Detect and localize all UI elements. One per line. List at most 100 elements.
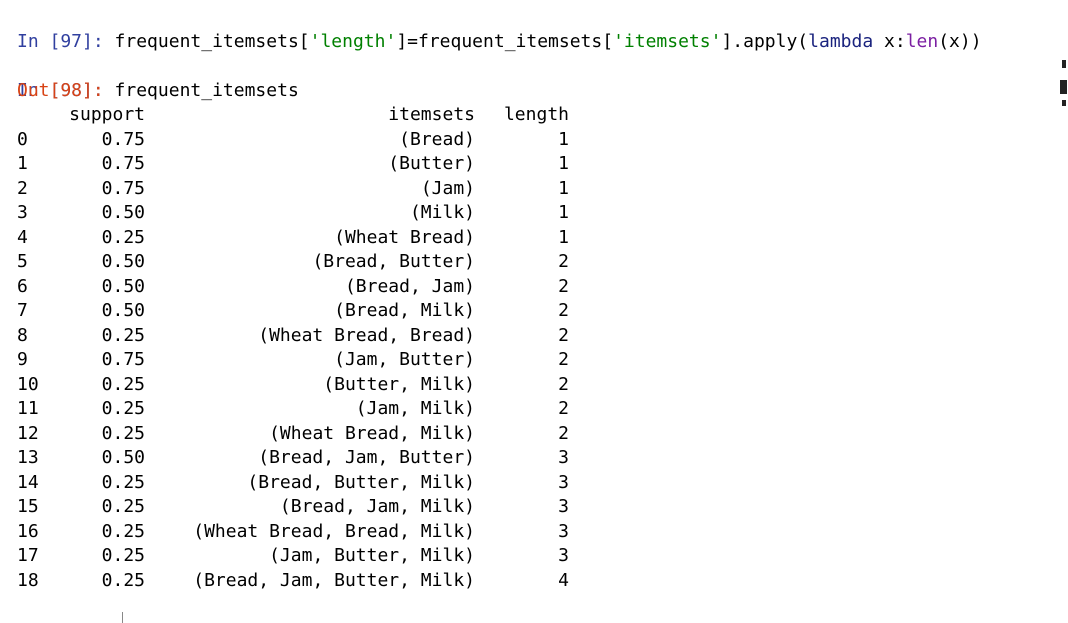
itemsets-cell: (Wheat Bread): [334, 226, 475, 248]
table-row: 16 0.25 (Wheat Bread, Bread, Milk) 3: [17, 520, 569, 545]
length-cell: 1: [558, 177, 569, 199]
code-token: x:: [873, 31, 906, 52]
code-token: frequent_itemsets: [114, 80, 299, 101]
index-cell: 10: [17, 373, 39, 395]
table-row: 0 0.75 (Bread) 1: [17, 128, 569, 153]
support-cell: 0.25: [101, 422, 145, 444]
support-cell: 0.50: [101, 202, 145, 223]
support-cell: 0.75: [101, 349, 145, 370]
table-row: 18 0.25 (Bread, Jam, Butter, Milk) 4: [17, 569, 569, 594]
dataframe-header-row: support itemsets length: [17, 103, 569, 128]
table-row: 17 0.25 (Jam, Butter, Milk) 3: [17, 544, 569, 569]
table-row: 3 0.50 (Milk) 1: [17, 201, 569, 226]
column-header-itemsets: itemsets: [388, 104, 475, 125]
itemsets-cell: (Bread, Butter): [312, 251, 475, 272]
itemsets-cell: (Wheat Bread, Bread): [258, 324, 475, 346]
index-cell: 1: [17, 153, 28, 174]
scroll-thumb[interactable]: [1060, 80, 1067, 94]
code-token: ]=frequent_itemsets[: [396, 31, 614, 52]
itemsets-cell: (Jam): [420, 177, 475, 199]
index-cell: 16: [17, 520, 39, 542]
itemsets-cell: (Bread, Milk): [334, 300, 475, 321]
code-token: frequent_itemsets[: [114, 31, 310, 52]
index-cell: 5: [17, 251, 28, 272]
itemsets-cell: (Bread, Jam): [344, 275, 475, 297]
itemsets-cell: (Milk): [409, 202, 475, 223]
index-cell: 18: [17, 569, 39, 591]
itemsets-cell: (Bread, Jam, Milk): [279, 496, 475, 517]
code-keyword: lambda: [808, 31, 874, 52]
text-cursor: [122, 612, 123, 623]
column-header-length: length: [503, 104, 569, 125]
index-cell: 0: [17, 128, 28, 150]
length-cell: 2: [558, 324, 569, 346]
length-cell: 2: [558, 373, 569, 395]
length-cell: 3: [558, 447, 569, 468]
support-cell: 0.50: [101, 300, 145, 321]
length-cell: 1: [558, 153, 569, 174]
index-cell: 15: [17, 496, 39, 517]
table-row: 12 0.25 (Wheat Bread, Milk) 2: [17, 422, 569, 447]
length-cell: 3: [558, 471, 569, 493]
index-cell: 13: [17, 447, 39, 468]
length-cell: 4: [558, 569, 569, 591]
length-cell: 3: [558, 520, 569, 542]
length-cell: 2: [558, 349, 569, 370]
length-cell: 2: [558, 300, 569, 321]
support-cell: 0.25: [101, 324, 145, 346]
table-row: 8 0.25 (Wheat Bread, Bread) 2: [17, 324, 569, 349]
support-cell: 0.25: [101, 545, 145, 566]
length-cell: 1: [558, 202, 569, 223]
itemsets-cell: (Jam, Butter, Milk): [269, 545, 475, 566]
table-row: 1 0.75 (Butter) 1: [17, 152, 569, 177]
support-cell: 0.50: [101, 275, 145, 297]
support-cell: 0.75: [101, 177, 145, 199]
index-cell: 12: [17, 422, 39, 444]
index-cell: 11: [17, 398, 39, 419]
index-cell: 14: [17, 471, 39, 493]
itemsets-cell: (Wheat Bread, Milk): [269, 422, 475, 444]
table-row: 2 0.75 (Jam) 1: [17, 177, 569, 202]
itemsets-cell: (Bread, Jam, Butter, Milk): [193, 569, 475, 591]
table-row: 5 0.50 (Bread, Butter) 2: [17, 250, 569, 275]
support-cell: 0.25: [101, 520, 145, 542]
index-cell: 7: [17, 300, 28, 321]
table-row: 6 0.50 (Bread, Jam) 2: [17, 275, 569, 300]
output-prompt: Out[98]:: [17, 80, 104, 101]
itemsets-cell: (Jam, Butter): [334, 349, 475, 370]
index-cell: 9: [17, 349, 28, 370]
scroll-mark: [1062, 100, 1066, 106]
length-cell: 2: [558, 251, 569, 272]
scroll-mark: [1062, 60, 1066, 68]
itemsets-cell: (Wheat Bread, Bread, Milk): [193, 520, 475, 542]
length-cell: 3: [558, 545, 569, 566]
support-cell: 0.25: [101, 569, 145, 591]
dataframe-output: support itemsets length 0 0.75 (Bread) 1 1 0.…: [17, 103, 569, 593]
length-cell: 1: [558, 128, 569, 150]
support-cell: 0.25: [101, 226, 145, 248]
input-prompt: In [97]:: [17, 31, 104, 52]
cell-97-input[interactable]: In [97]: frequent_itemsets['length']=fre…: [17, 6, 982, 54]
itemsets-cell: (Bread, Jam, Butter): [258, 447, 475, 468]
itemsets-cell: (Bread): [399, 128, 475, 150]
index-cell: 8: [17, 324, 28, 346]
length-cell: 3: [558, 496, 569, 517]
length-cell: 2: [558, 398, 569, 419]
table-row: 11 0.25 (Jam, Milk) 2: [17, 397, 569, 422]
support-cell: 0.25: [101, 373, 145, 395]
support-cell: 0.25: [101, 398, 145, 419]
index-cell: 4: [17, 226, 28, 248]
code-string: 'length': [309, 31, 397, 52]
index-cell: 2: [17, 177, 28, 199]
index-cell: 17: [17, 545, 39, 566]
support-cell: 0.50: [101, 447, 145, 468]
table-row: 15 0.25 (Bread, Jam, Milk) 3: [17, 495, 569, 520]
length-cell: 2: [558, 275, 569, 297]
length-cell: 1: [558, 226, 569, 248]
code-builtin: len: [905, 31, 939, 52]
itemsets-cell: (Butter): [388, 153, 475, 174]
table-row: 4 0.25 (Wheat Bread) 1: [17, 226, 569, 251]
itemsets-cell: (Bread, Butter, Milk): [247, 471, 475, 493]
code-string: 'itemsets': [613, 31, 722, 52]
index-cell: 3: [17, 202, 28, 223]
